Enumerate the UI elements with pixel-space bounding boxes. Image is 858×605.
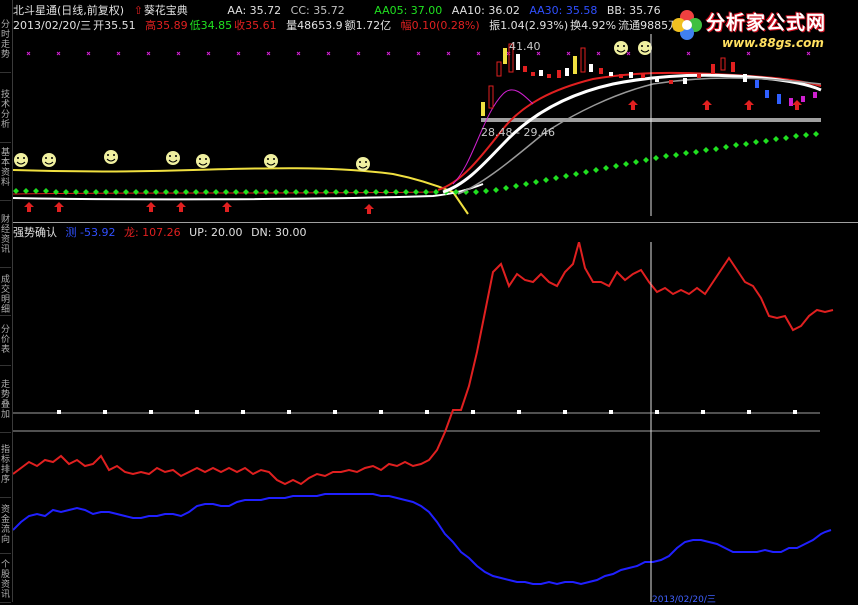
smiley-icon [614, 41, 628, 55]
value-aa30: AA30: 35.58 [529, 4, 598, 17]
indicator-header: 北斗星通(日线,前复权) ⇧葵花宝典 AA: 35.72 CC: 35.72 A… [13, 3, 667, 19]
value-cc: CC: 35.72 [290, 4, 345, 17]
cursor-date-label: 2013/02/20/三 [652, 595, 716, 605]
value-aa05: AA05: 37.00 [374, 4, 443, 17]
up-arrow-icon: ⇧ [133, 4, 143, 17]
sidebar: 分时走势 技术分析 基本资料 财经资讯 成交明细 分价表 走势叠加 指标排序 资… [0, 0, 13, 603]
value-aa10: AA10: 36.02 [451, 4, 520, 17]
indicator-name[interactable]: 葵花宝典 [144, 4, 188, 17]
lower-series1-value: 测 -53.92 [65, 226, 116, 239]
smiley-icon [104, 150, 118, 164]
lower-indicator-name[interactable]: 强势确认 [13, 226, 57, 239]
quote-high: 高35.89 [145, 19, 188, 32]
lower-indicator-header: 强势确认 测 -53.92 龙: 107.26 UP: 20.00 DN: 30… [13, 225, 311, 241]
quote-open: 开35.51 [93, 19, 136, 32]
red-oscillator-line [13, 242, 834, 486]
smiley-icon [42, 153, 56, 167]
lower-up-value: UP: 20.00 [189, 226, 243, 239]
sidebar-tab-price-table[interactable]: 分价表 [0, 325, 11, 366]
green-diamond-line [13, 131, 819, 195]
value-aa: AA: 35.72 [227, 4, 282, 17]
callout-high: 41.40 [509, 40, 541, 53]
blue-oscillator-line [13, 493, 832, 586]
chart-title: 北斗星通(日线,前复权) [13, 4, 125, 17]
smiley-icon [14, 153, 28, 167]
sidebar-tab-trades[interactable]: 成交明细 [0, 275, 11, 316]
smiley-icon [356, 157, 370, 171]
quote-close: 收35.61 [234, 19, 277, 32]
quote-turnover: 换4.92% [570, 19, 617, 32]
value-bb: BB: 35.76 [606, 4, 661, 17]
quote-date: 2013/02/20/三 [13, 19, 92, 32]
sidebar-tab-ranking[interactable]: 指标排序 [0, 445, 11, 498]
smiley-icon [196, 154, 210, 168]
smiley-icon [638, 41, 652, 55]
top-markers [26, 51, 811, 56]
candlesticks [481, 43, 817, 116]
sidebar-tab-news[interactable]: 财经资讯 [0, 215, 11, 268]
oscillator-chart[interactable] [13, 242, 858, 602]
sidebar-tab-overlay[interactable]: 走势叠加 [0, 380, 11, 433]
sidebar-tab-technical[interactable]: 技术分析 [0, 90, 11, 143]
panel-divider [13, 222, 858, 223]
callout-range: 28.48 - 29.46 [481, 126, 555, 139]
smiley-markers [14, 41, 652, 171]
quote-amplitude: 振1.04(2.93%) [489, 19, 569, 32]
quote-header: 2013/02/20/三 开35.51 高35.89 低34.85 收35.61 量4… [13, 18, 685, 34]
sidebar-tab-fund-flow[interactable]: 资金流向 [0, 505, 11, 554]
quote-low: 低34.85 [189, 19, 233, 32]
quote-amount: 额1.72亿 [344, 19, 392, 32]
logo-title: 分析家公式网 [706, 12, 827, 34]
price-chart[interactable]: 41.40 28.48 - 29.46 [13, 34, 858, 216]
quote-volume: 量48653.9 [286, 19, 343, 32]
quote-change: 幅0.10(0.28%) [400, 19, 480, 32]
yellow-line [13, 167, 469, 215]
lower-series2-value: 龙: 107.26 [123, 226, 181, 239]
smiley-icon [166, 151, 180, 165]
sidebar-tab-stock-news[interactable]: 个股资讯 [0, 560, 11, 603]
smiley-icon [264, 154, 278, 168]
lower-dn-value: DN: 30.00 [251, 226, 307, 239]
sidebar-tab-fundamentals[interactable]: 基本资料 [0, 148, 11, 201]
sidebar-tab-intraday[interactable]: 分时走势 [0, 20, 11, 73]
